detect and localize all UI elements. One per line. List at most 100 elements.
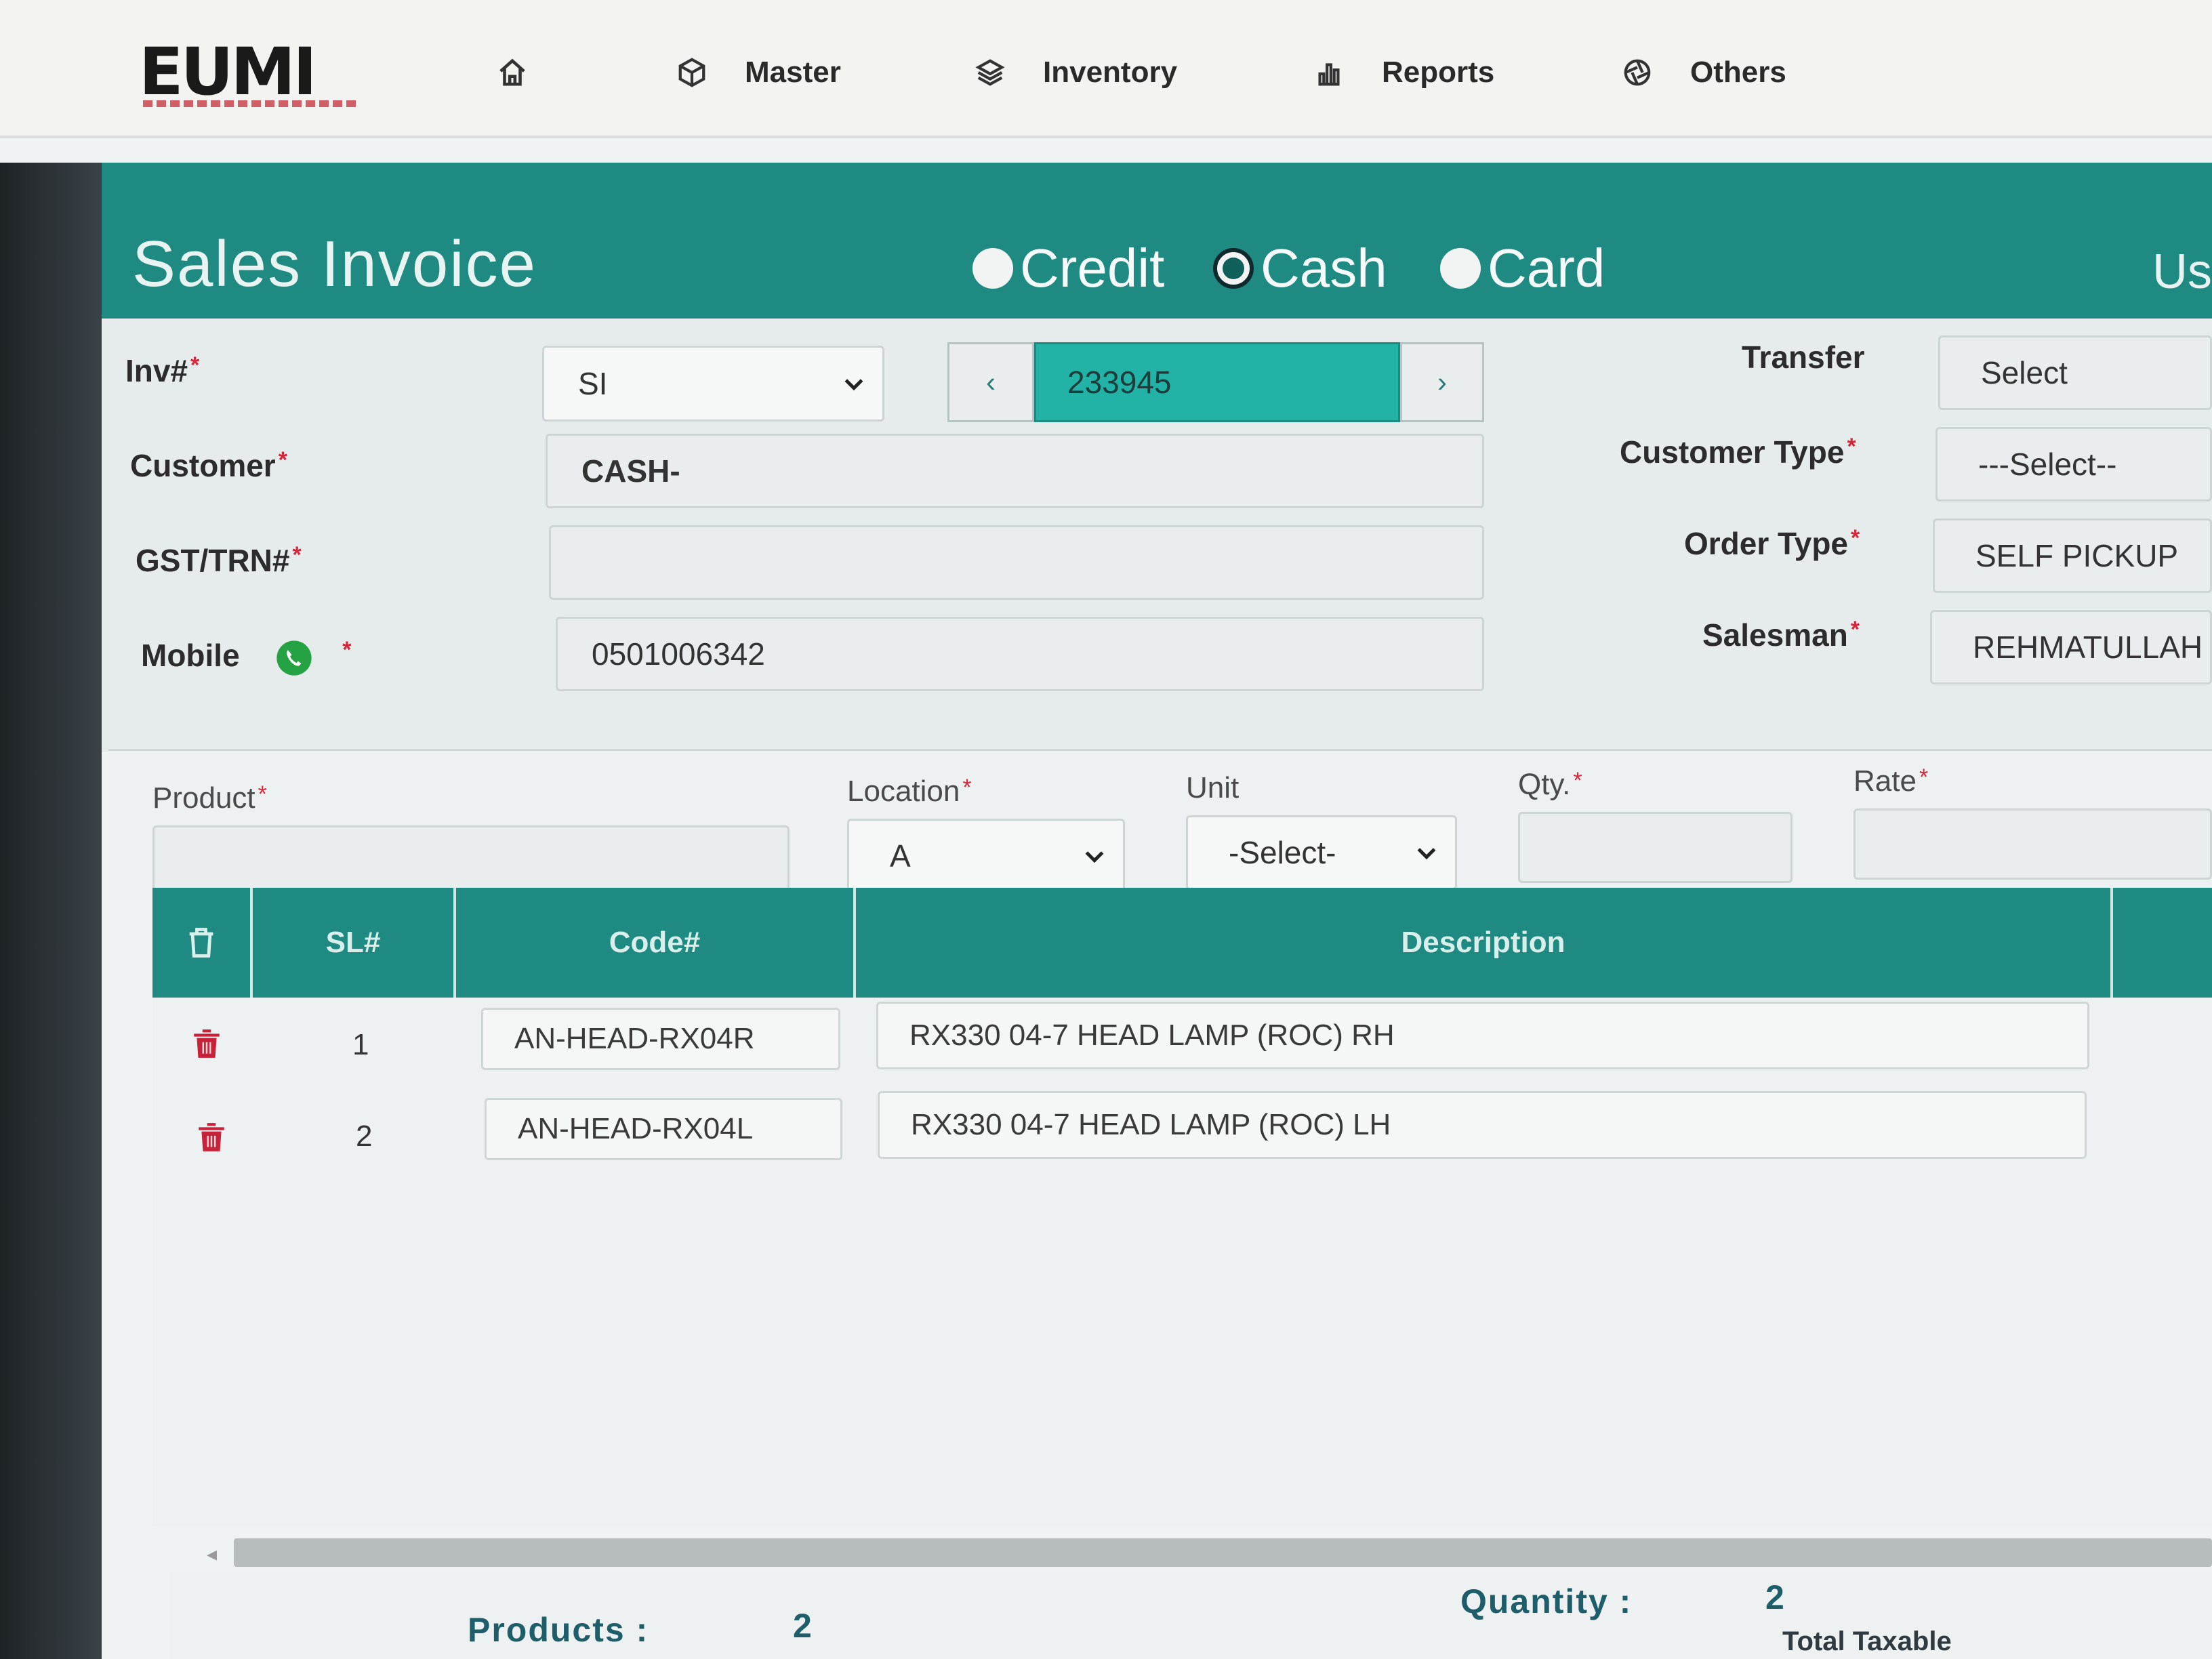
nav-inventory[interactable]: Inventory	[972, 42, 1177, 103]
quantity-label: Quantity :	[1460, 1582, 1633, 1620]
unit-select[interactable]: -Select-	[1186, 815, 1457, 890]
home-icon	[495, 55, 530, 90]
salesman-value: REHMATULLAH	[1973, 630, 2203, 665]
nav-master-label: Master	[745, 56, 841, 89]
header-sl: SL#	[253, 888, 456, 998]
row-description-text: RX330 04-7 HEAD LAMP (ROC) LH	[911, 1108, 1391, 1141]
row-sl: 1	[352, 1028, 369, 1061]
chevron-down-icon	[1085, 851, 1104, 863]
logo-text: EUMI	[139, 34, 317, 110]
rate-input[interactable]	[1853, 808, 2212, 880]
location-value: A	[890, 838, 911, 874]
invoice-number-value: 233945	[1067, 365, 1172, 400]
payment-card-label: Card	[1488, 238, 1605, 298]
payment-credit-radio[interactable]: Credit	[972, 237, 1164, 300]
row-description[interactable]: RX330 04-7 HEAD LAMP (ROC) LH	[878, 1091, 2087, 1159]
radio-unchecked-icon	[1440, 248, 1481, 289]
next-invoice-button[interactable]: ›	[1400, 342, 1484, 422]
payment-cash-radio[interactable]: Cash	[1213, 237, 1387, 300]
unit-label: Unit	[1186, 771, 1240, 804]
rate-label: Rate *	[1853, 764, 1929, 798]
payment-card-radio[interactable]: Card	[1440, 237, 1605, 300]
prev-invoice-button[interactable]: ‹	[947, 342, 1034, 422]
product-entry: Product * Location * A Unit -Select- Qty. *…	[108, 749, 2212, 900]
invoice-form: Inv# * Customer * GST/TRN# * Mobile * SI ‹ …	[95, 319, 2212, 752]
inv-label: Inv# *	[125, 352, 200, 388]
gst-trn-input[interactable]	[549, 525, 1484, 600]
products-count-label: Products :	[468, 1611, 649, 1649]
nav-others-label: Others	[1690, 56, 1786, 89]
radio-checked-icon	[1213, 248, 1254, 289]
qty-input[interactable]	[1518, 812, 1793, 883]
transfer-label: Transfer	[1742, 340, 1865, 375]
trash-icon	[194, 1029, 220, 1058]
mobile-input[interactable]: 0501006342	[556, 617, 1484, 691]
delete-row-button[interactable]	[194, 1118, 228, 1164]
transfer-value: Select	[1981, 355, 2068, 390]
nav-home[interactable]	[495, 42, 565, 103]
page-header: Sales Invoice Credit Cash Card Us	[85, 163, 2212, 319]
salesman-label: Salesman *	[1702, 617, 1860, 653]
location-select[interactable]: A	[847, 819, 1125, 893]
total-taxable-label: Total Taxable	[1782, 1626, 1952, 1656]
chevron-down-icon	[1417, 848, 1436, 860]
whatsapp-icon	[275, 639, 313, 677]
customer-input[interactable]: CASH-	[546, 434, 1484, 508]
chevron-left-icon: ‹	[986, 366, 996, 398]
customer-type-label: Customer Type *	[1620, 434, 1856, 470]
qty-label: Qty. *	[1518, 768, 1582, 801]
row-code[interactable]: AN-HEAD-RX04R	[481, 1008, 840, 1070]
bar-chart-icon	[1311, 55, 1347, 90]
radio-unchecked-icon	[972, 248, 1013, 289]
monitor-bezel	[0, 163, 102, 1659]
trash-icon	[189, 928, 213, 958]
row-description-text: RX330 04-7 HEAD LAMP (ROC) RH	[909, 1019, 1395, 1052]
unit-value: -Select-	[1229, 835, 1336, 870]
product-label: Product *	[152, 781, 267, 815]
delete-all-button[interactable]	[152, 888, 253, 998]
salesman-select[interactable]: REHMATULLAH	[1930, 610, 2212, 684]
product-input[interactable]	[152, 825, 790, 897]
app-screen: EUMI Master Inventory Reports Others Sal…	[0, 0, 2212, 1659]
nav-reports-label: Reports	[1382, 56, 1495, 89]
nav-reports[interactable]: Reports	[1311, 42, 1494, 103]
order-type-label: Order Type *	[1684, 525, 1860, 561]
horizontal-scrollbar[interactable]	[234, 1538, 2212, 1567]
row-sl: 2	[356, 1120, 373, 1153]
header-code: Code#	[456, 888, 856, 998]
items-table-header: SL# Code# Description	[152, 888, 2212, 998]
summary-footer: Products : 2 Quantity : 2 Total Taxable	[169, 1572, 2212, 1659]
row-description[interactable]: RX330 04-7 HEAD LAMP (ROC) RH	[876, 1002, 2089, 1069]
items-table-body: 1 AN-HEAD-RX04R RX330 04-7 HEAD LAMP (RO…	[152, 998, 2212, 1526]
chevron-right-icon: ›	[1437, 366, 1447, 398]
products-count-value: 2	[793, 1607, 812, 1645]
layers-icon	[972, 55, 1008, 90]
nav-others[interactable]: Others	[1620, 42, 1786, 103]
inv-prefix-select[interactable]: SI	[542, 346, 884, 422]
customer-value: CASH-	[581, 453, 680, 489]
payment-cash-label: Cash	[1261, 238, 1387, 298]
page-title: Sales Invoice	[132, 228, 537, 300]
header-description: Description	[856, 888, 2113, 998]
header-user-partial[interactable]: Us	[2152, 244, 2212, 300]
location-label: Location *	[847, 775, 972, 808]
nav-master[interactable]: Master	[674, 42, 841, 103]
customer-type-select[interactable]: ---Select--	[1936, 427, 2212, 501]
payment-credit-label: Credit	[1020, 238, 1165, 298]
mobile-label: Mobile *	[141, 637, 351, 677]
row-code[interactable]: AN-HEAD-RX04L	[485, 1098, 842, 1160]
row-code-text: AN-HEAD-RX04L	[518, 1112, 754, 1145]
row-code-text: AN-HEAD-RX04R	[514, 1022, 755, 1055]
inv-prefix-value: SI	[578, 366, 608, 401]
delete-row-button[interactable]	[190, 1025, 224, 1070]
invoice-number-input[interactable]: 233945	[1034, 342, 1400, 422]
chevron-down-icon	[844, 379, 863, 391]
brand-logo[interactable]: EUMI	[139, 38, 363, 112]
trash-icon	[199, 1123, 224, 1151]
quantity-value: 2	[1765, 1578, 1784, 1616]
gst-label: GST/TRN# *	[136, 542, 302, 578]
order-type-select[interactable]: SELF PICKUP	[1933, 518, 2212, 593]
customer-label: Customer *	[130, 447, 287, 483]
scroll-left-icon[interactable]: ◂	[207, 1542, 217, 1566]
transfer-select[interactable]: Select	[1938, 335, 2212, 410]
